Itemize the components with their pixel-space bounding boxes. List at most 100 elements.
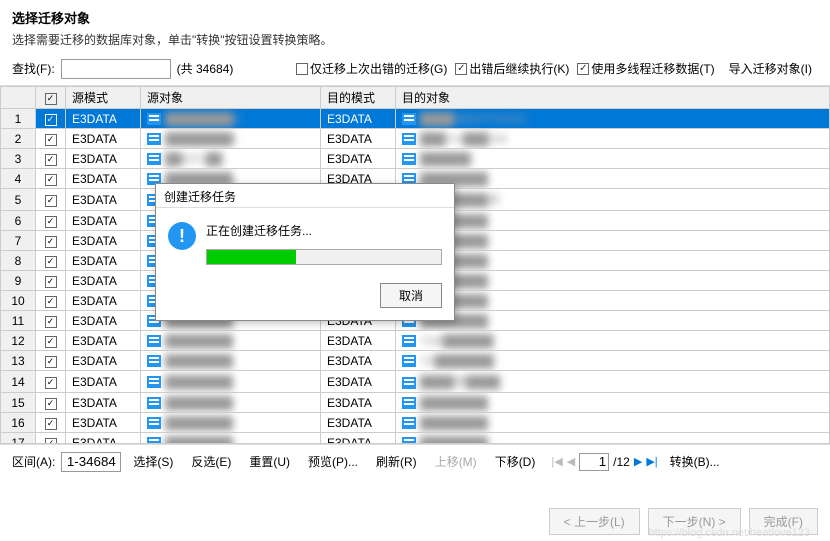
- select-button[interactable]: 选择(S): [127, 451, 179, 472]
- row-checkbox[interactable]: ✓: [36, 211, 66, 231]
- table-row[interactable]: 2✓E3DATA████████IE3DATA███OV███DM: [1, 129, 830, 149]
- col-dst-object[interactable]: 目的对象: [396, 87, 830, 109]
- src-schema-cell: E3DATA: [66, 271, 141, 291]
- prev-step-button[interactable]: < 上一步(L): [549, 508, 640, 535]
- table-row[interactable]: 13✓E3DATA████████E3DATATA███████: [1, 351, 830, 371]
- invert-button[interactable]: 反选(E): [185, 451, 237, 472]
- page-input[interactable]: [579, 453, 609, 471]
- table-row[interactable]: 1✓E3DATA████████CE3DATA████MEEFFDESC: [1, 109, 830, 129]
- row-number: 17: [1, 433, 36, 445]
- table-icon: [402, 377, 416, 389]
- row-checkbox[interactable]: ✓: [36, 231, 66, 251]
- dst-schema-cell: E3DATA: [321, 331, 396, 351]
- opt-continue-on-error[interactable]: 出错后继续执行(K): [455, 60, 569, 77]
- progress-dialog: 创建迁移任务 ! 正在创建迁移任务... 取消: [155, 183, 455, 321]
- row-checkbox[interactable]: ✓: [36, 311, 66, 331]
- row-number: 6: [1, 211, 36, 231]
- table-icon: [402, 397, 416, 409]
- table-row[interactable]: 16✓E3DATA████████E3DATA████████: [1, 413, 830, 433]
- search-input[interactable]: [61, 59, 171, 79]
- dst-object-cell: ██████: [396, 149, 830, 169]
- table-row[interactable]: 17✓E3DATA████████E3DATA████████: [1, 433, 830, 445]
- row-checkbox[interactable]: ✓: [36, 251, 66, 271]
- row-checkbox[interactable]: ✓: [36, 393, 66, 413]
- src-schema-cell: E3DATA: [66, 129, 141, 149]
- col-dst-schema[interactable]: 目的模式: [321, 87, 396, 109]
- move-down-button[interactable]: 下移(D): [489, 451, 542, 472]
- dst-object-cell: TA███████: [396, 351, 830, 371]
- row-checkbox[interactable]: ✓: [36, 291, 66, 311]
- row-number: 9: [1, 271, 36, 291]
- checkbox-icon: [296, 63, 308, 75]
- src-schema-cell: E3DATA: [66, 189, 141, 211]
- table-icon: [402, 417, 416, 429]
- table-row[interactable]: 14✓E3DATA████████E3DATA████理████: [1, 371, 830, 393]
- dst-object-cell: ████████: [396, 211, 830, 231]
- row-number: 15: [1, 393, 36, 413]
- row-checkbox[interactable]: ✓: [36, 149, 66, 169]
- src-object-cell: ████████: [141, 351, 321, 371]
- dst-object-cell: ████████: [396, 271, 830, 291]
- range-label: 区间(A):: [12, 453, 55, 470]
- opt-errors-only[interactable]: 仅迁移上次出错的迁移(G): [296, 60, 447, 77]
- pager: |◀ ◀ /12 ▶ ▶|: [551, 453, 657, 471]
- dst-schema-cell: E3DATA: [321, 351, 396, 371]
- table-icon: [402, 355, 416, 367]
- col-src-object[interactable]: 源对象: [141, 87, 321, 109]
- row-checkbox[interactable]: ✓: [36, 129, 66, 149]
- table-row[interactable]: 3✓E3DATA██IER:██E3DATA██████: [1, 149, 830, 169]
- src-object-cell: ████████: [141, 371, 321, 393]
- preview-button[interactable]: 预览(P)...: [302, 451, 364, 472]
- opt-multithread[interactable]: 使用多线程迁移数据(T): [577, 60, 714, 77]
- row-checkbox[interactable]: ✓: [36, 271, 66, 291]
- row-checkbox[interactable]: ✓: [36, 189, 66, 211]
- col-src-schema[interactable]: 源模式: [66, 87, 141, 109]
- src-object-cell: ████████: [141, 393, 321, 413]
- dst-object-cell: ████████: [396, 169, 830, 189]
- row-number: 2: [1, 129, 36, 149]
- src-schema-cell: E3DATA: [66, 109, 141, 129]
- dst-schema-cell: E3DATA: [321, 371, 396, 393]
- dst-schema-cell: E3DATA: [321, 393, 396, 413]
- table-icon: [402, 153, 416, 165]
- src-object-cell: ████████: [141, 331, 321, 351]
- progress-fill: [207, 250, 296, 264]
- row-number: 5: [1, 189, 36, 211]
- row-number: 7: [1, 231, 36, 251]
- table-row[interactable]: 12✓E3DATA████████E3DATATAB██████: [1, 331, 830, 351]
- dst-object-cell: ████MEEFFDESC: [396, 109, 830, 129]
- row-checkbox[interactable]: ✓: [36, 433, 66, 445]
- convert-button[interactable]: 转换(B)...: [664, 451, 726, 472]
- reset-button[interactable]: 重置(U): [243, 451, 296, 472]
- src-schema-cell: E3DATA: [66, 169, 141, 189]
- row-checkbox[interactable]: ✓: [36, 169, 66, 189]
- table-header: ✓ 源模式 源对象 目的模式 目的对象: [1, 87, 830, 109]
- row-checkbox[interactable]: ✓: [36, 413, 66, 433]
- row-checkbox[interactable]: ✓: [36, 351, 66, 371]
- dst-schema-cell: E3DATA: [321, 433, 396, 445]
- table-icon: [147, 335, 161, 347]
- src-object-cell: ██IER:██: [141, 149, 321, 169]
- table-icon: [147, 437, 161, 444]
- table-icon: [147, 153, 161, 165]
- row-checkbox[interactable]: ✓: [36, 371, 66, 393]
- dst-object-cell: ████████: [396, 433, 830, 445]
- row-number: 14: [1, 371, 36, 393]
- refresh-button[interactable]: 刷新(R): [370, 451, 423, 472]
- row-number: 13: [1, 351, 36, 371]
- cancel-button[interactable]: 取消: [380, 283, 442, 308]
- import-objects-button[interactable]: 导入迁移对象(I): [723, 58, 818, 79]
- row-checkbox[interactable]: ✓: [36, 109, 66, 129]
- last-page-icon[interactable]: ▶|: [646, 455, 657, 468]
- dst-object-cell: ███OV███DM: [396, 129, 830, 149]
- dst-object-cell: ████████: [396, 251, 830, 271]
- src-object-cell: ████████C: [141, 109, 321, 129]
- next-page-icon[interactable]: ▶: [634, 455, 642, 468]
- row-checkbox[interactable]: ✓: [36, 331, 66, 351]
- table-icon: [402, 133, 416, 145]
- row-number: 1: [1, 109, 36, 129]
- dst-schema-cell: E3DATA: [321, 149, 396, 169]
- src-schema-cell: E3DATA: [66, 149, 141, 169]
- range-input[interactable]: [61, 452, 121, 472]
- table-row[interactable]: 15✓E3DATA████████E3DATA████████: [1, 393, 830, 413]
